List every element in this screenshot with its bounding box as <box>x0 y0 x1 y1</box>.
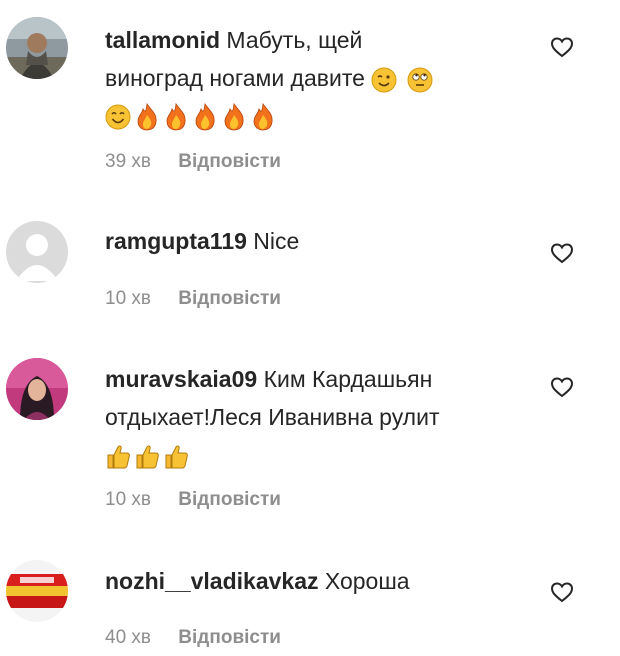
comment-username[interactable]: ramgupta119 <box>105 228 247 254</box>
wink-face-icon <box>371 65 397 95</box>
emoji-row <box>105 97 525 133</box>
comment-meta: 10 хв Відповісти <box>105 489 281 511</box>
heart-outline-icon[interactable] <box>550 241 574 265</box>
comment-meta: 40 хв Відповісти <box>105 627 281 649</box>
emoji-row <box>105 436 525 472</box>
heart-outline-icon[interactable] <box>550 580 574 604</box>
comment-time[interactable]: 10 хв <box>105 489 151 510</box>
thumbs-up-icon <box>105 441 131 471</box>
comment-time[interactable]: 10 хв <box>105 288 151 309</box>
comment-text: отдыхает!Леся Иванивна рулит <box>105 404 440 430</box>
comment-username[interactable]: muravskaia09 <box>105 366 257 392</box>
heart-outline-icon[interactable] <box>550 375 574 399</box>
smiling-face-icon <box>105 102 131 132</box>
comment-text: виноград ногами давите <box>105 65 365 91</box>
comment-text: Хороша <box>324 568 410 594</box>
comment-username[interactable]: tallamonid <box>105 27 220 53</box>
comment-meta: 10 хв Відповісти <box>105 288 281 310</box>
comment-body: tallamonid Мабуть, щей виноград ногами д… <box>105 21 525 133</box>
fire-icon <box>250 102 276 132</box>
avatar[interactable] <box>6 221 68 283</box>
comment-body: ramgupta119 Nice <box>105 222 525 260</box>
avatar[interactable] <box>6 358 68 420</box>
thumbs-up-icon <box>163 441 189 471</box>
reply-button[interactable]: Відповісти <box>178 489 281 510</box>
thumbs-up-icon <box>134 441 160 471</box>
comment-text: Nice <box>253 228 300 254</box>
eye-roll-face-icon <box>407 65 433 95</box>
fire-icon <box>134 102 160 132</box>
comment-text: Мабуть, щей <box>226 27 363 53</box>
heart-outline-icon[interactable] <box>550 35 574 59</box>
comment-body: muravskaia09 Ким Кардашьян отдыхает!Леся… <box>105 360 525 472</box>
avatar[interactable] <box>6 560 68 622</box>
comment-time[interactable]: 40 хв <box>105 627 151 648</box>
comment-username[interactable]: nozhi__vladikavkaz <box>105 568 319 594</box>
comment-body: nozhi__vladikavkaz Хороша <box>105 562 525 600</box>
reply-button[interactable]: Відповісти <box>178 627 281 648</box>
fire-icon <box>221 102 247 132</box>
comment-text: Ким Кардашьян <box>263 366 433 392</box>
avatar[interactable] <box>6 17 68 79</box>
fire-icon <box>192 102 218 132</box>
reply-button[interactable]: Відповісти <box>178 151 281 172</box>
comment-time[interactable]: 39 хв <box>105 151 151 172</box>
reply-button[interactable]: Відповісти <box>178 288 281 309</box>
comment-meta: 39 хв Відповісти <box>105 151 281 173</box>
fire-icon <box>163 102 189 132</box>
